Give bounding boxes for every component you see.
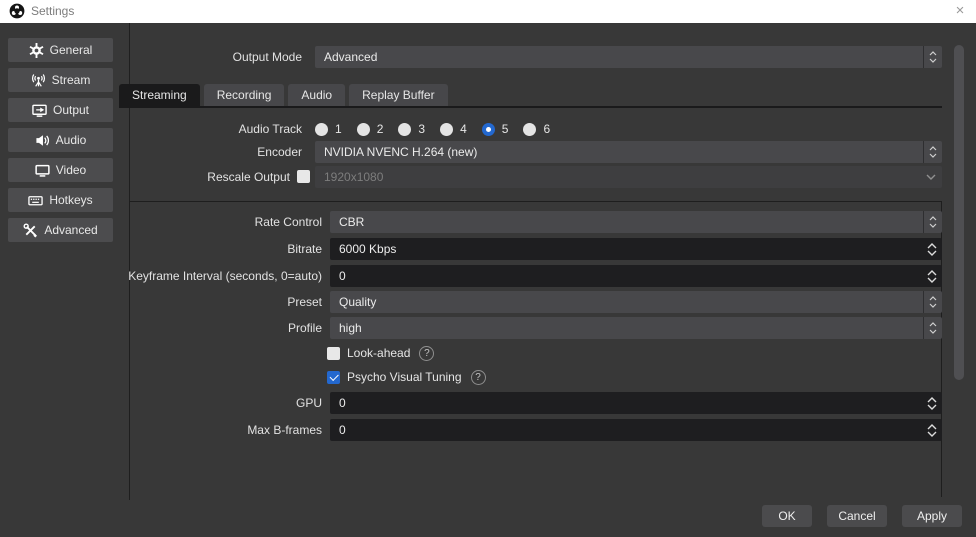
rate-control-select[interactable]: CBR <box>330 211 942 233</box>
apply-button[interactable]: Apply <box>902 505 962 527</box>
display-output-icon <box>32 103 47 118</box>
radio-label: 5 <box>502 122 509 136</box>
spinbox-arrows-icon[interactable] <box>924 265 940 287</box>
rescale-output-checkbox[interactable] <box>297 170 310 183</box>
preset-label: Preset <box>120 291 322 313</box>
radio-label: 3 <box>418 122 425 136</box>
obs-logo-icon <box>9 3 25 19</box>
radio-label: 6 <box>543 122 550 136</box>
help-icon[interactable]: ? <box>471 370 486 385</box>
tab-replay-buffer[interactable]: Replay Buffer <box>349 84 448 107</box>
keyboard-icon <box>28 193 43 208</box>
encoder-label: Encoder <box>130 141 302 163</box>
vertical-scrollbar[interactable] <box>954 45 964 380</box>
max-b-frames-label: Max B-frames <box>120 419 322 441</box>
combo-spinner-icon[interactable] <box>923 46 942 68</box>
radio-track-6[interactable] <box>523 123 536 136</box>
radio-track-3[interactable] <box>398 123 411 136</box>
preset-select[interactable]: Quality <box>330 291 942 313</box>
encoder-value: NVIDIA NVENC H.264 (new) <box>324 145 477 159</box>
bitrate-label: Bitrate <box>120 238 322 260</box>
combo-spinner-icon[interactable] <box>923 141 942 163</box>
cancel-button[interactable]: Cancel <box>827 505 887 527</box>
sidebar-item-stream[interactable]: Stream <box>8 68 113 92</box>
radio-label: 2 <box>377 122 384 136</box>
max-b-frames-value: 0 <box>339 423 346 437</box>
output-mode-value: Advanced <box>324 50 377 64</box>
ok-button[interactable]: OK <box>762 505 812 527</box>
speaker-icon <box>35 133 50 148</box>
radio-label: 4 <box>460 122 467 136</box>
sidebar-item-general[interactable]: General <box>8 38 113 62</box>
bitrate-input[interactable]: 6000 Kbps <box>330 238 942 260</box>
gpu-input[interactable]: 0 <box>330 392 942 414</box>
sidebar-item-video[interactable]: Video <box>8 158 113 182</box>
gpu-value: 0 <box>339 396 346 410</box>
tools-icon <box>23 223 38 238</box>
profile-select[interactable]: high <box>330 317 942 339</box>
tab-audio[interactable]: Audio <box>288 84 345 107</box>
sidebar-item-label: Hotkeys <box>49 193 92 207</box>
combo-spinner-icon[interactable] <box>923 317 942 339</box>
broadcast-antenna-icon <box>31 73 46 88</box>
sidebar-item-hotkeys[interactable]: Hotkeys <box>8 188 113 212</box>
sidebar-item-output[interactable]: Output <box>8 98 113 122</box>
titlebar: Settings × <box>0 0 976 23</box>
bitrate-value: 6000 Kbps <box>339 242 396 256</box>
spinbox-arrows-icon[interactable] <box>924 238 940 260</box>
psycho-visual-tuning-checkbox[interactable] <box>327 371 340 384</box>
sidebar-item-advanced[interactable]: Advanced <box>8 218 113 242</box>
output-tabs: Streaming Recording Audio Replay Buffer <box>119 84 448 107</box>
combo-spinner-icon[interactable] <box>923 211 942 233</box>
look-ahead-checkbox[interactable] <box>327 347 340 360</box>
tab-separator <box>119 106 942 108</box>
tab-streaming[interactable]: Streaming <box>119 84 200 107</box>
radio-track-4[interactable] <box>440 123 453 136</box>
gear-icon <box>29 43 44 58</box>
spinbox-arrows-icon[interactable] <box>924 419 940 441</box>
max-b-frames-input[interactable]: 0 <box>330 419 942 441</box>
keyframe-interval-input[interactable]: 0 <box>330 265 942 287</box>
spinbox-arrows-icon[interactable] <box>924 392 940 414</box>
radio-label: 1 <box>335 122 342 136</box>
look-ahead-row: Look-ahead ? <box>327 344 434 362</box>
sidebar-item-label: General <box>50 43 93 57</box>
output-mode-select[interactable]: Advanced <box>315 46 942 68</box>
close-icon[interactable]: × <box>944 0 976 23</box>
combo-spinner-icon[interactable] <box>923 291 942 313</box>
psycho-visual-tuning-row: Psycho Visual Tuning ? <box>327 368 486 386</box>
window-title: Settings <box>31 0 74 23</box>
help-icon[interactable]: ? <box>419 346 434 361</box>
audio-track-label: Audio Track <box>130 118 302 140</box>
rescale-output-label: Rescale Output <box>130 166 290 188</box>
psycho-visual-tuning-label: Psycho Visual Tuning <box>347 370 462 384</box>
keyframe-interval-value: 0 <box>339 269 346 283</box>
settings-window: Settings × General Stream Output Audio V… <box>0 0 976 537</box>
audio-track-radios: 1 2 3 4 5 6 <box>315 118 565 140</box>
tab-recording[interactable]: Recording <box>204 84 285 107</box>
look-ahead-label: Look-ahead <box>347 346 410 360</box>
rate-control-value: CBR <box>339 215 364 229</box>
display-icon <box>35 163 50 178</box>
profile-label: Profile <box>120 317 322 339</box>
profile-value: high <box>339 321 362 335</box>
sidebar-item-label: Video <box>56 163 86 177</box>
output-mode-label: Output Mode <box>130 46 302 68</box>
radio-track-2[interactable] <box>357 123 370 136</box>
rescale-resolution-value: 1920x1080 <box>324 170 383 184</box>
sidebar-item-label: Audio <box>56 133 87 147</box>
encoder-select[interactable]: NVIDIA NVENC H.264 (new) <box>315 141 942 163</box>
radio-track-5[interactable] <box>482 123 495 136</box>
gpu-label: GPU <box>120 392 322 414</box>
rate-control-label: Rate Control <box>120 211 322 233</box>
sidebar-item-audio[interactable]: Audio <box>8 128 113 152</box>
sidebar-item-label: Output <box>53 103 89 117</box>
preset-value: Quality <box>339 295 376 309</box>
sidebar-item-label: Advanced <box>44 223 97 237</box>
keyframe-interval-label: Keyframe Interval (seconds, 0=auto) <box>120 265 322 287</box>
rescale-resolution-select: 1920x1080 <box>315 166 942 188</box>
chevron-down-icon <box>926 166 936 188</box>
radio-track-1[interactable] <box>315 123 328 136</box>
sidebar-item-label: Stream <box>52 73 91 87</box>
